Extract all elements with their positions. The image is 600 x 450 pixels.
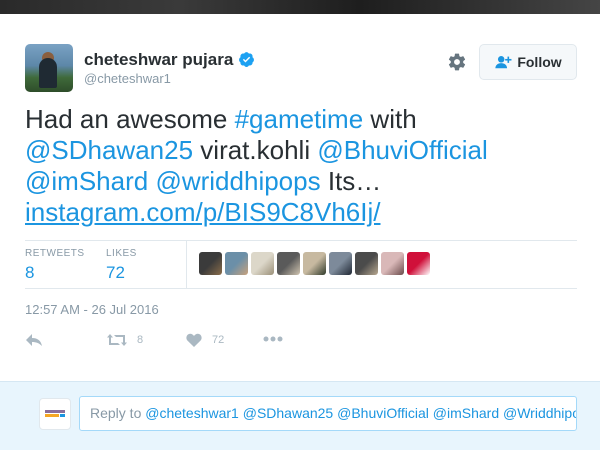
retweet-icon [107, 334, 127, 346]
instagram-url-link[interactable]: instagram.com/p/BIS9C8Vh6Ij/ [25, 197, 381, 227]
verified-badge-icon [239, 52, 254, 67]
liker-avatar[interactable] [407, 252, 430, 275]
reply-prefix: Reply to [90, 405, 146, 421]
mention-link[interactable]: @BhuviOfficial [317, 135, 487, 165]
liker-avatar[interactable] [303, 252, 326, 275]
tweet-segment: with [363, 104, 417, 134]
stats-divider-bottom [25, 288, 577, 289]
likes-label: LIKES [106, 248, 137, 259]
like-action[interactable]: 72 [186, 333, 224, 347]
tweet-text: Had an awesome #gametime with @SDhawan25… [25, 104, 580, 228]
mention-link[interactable]: @imShard [25, 166, 148, 196]
viewer-avatar [39, 398, 71, 430]
mention-link[interactable]: @wriddhipops [155, 166, 320, 196]
stats-divider-top [25, 240, 577, 241]
reply-mentions: @cheteshwar1 @SDhawan25 @BhuviOfficial @… [145, 405, 577, 421]
retweet-count: 8 [137, 334, 144, 346]
reply-icon [26, 334, 42, 346]
more-icon [263, 336, 283, 342]
like-count: 72 [212, 334, 225, 346]
gear-icon[interactable] [447, 52, 467, 72]
avatar-body-shape [39, 58, 57, 88]
user-display-name[interactable]: cheteshwar pujara [84, 50, 233, 70]
heart-icon [186, 333, 202, 347]
follow-button-label: Follow [517, 54, 562, 70]
site-logo-icon [45, 410, 65, 417]
follow-button[interactable]: Follow [479, 44, 577, 80]
likes-stat[interactable]: LIKES 72 [106, 248, 137, 283]
liker-avatar[interactable] [251, 252, 274, 275]
user-handle[interactable]: @cheteshwar1 [84, 71, 171, 86]
retweets-label: RETWEETS [25, 248, 85, 259]
liker-avatars [199, 252, 430, 275]
hashtag-link[interactable]: #gametime [235, 104, 364, 134]
retweets-count: 8 [25, 263, 35, 282]
liker-avatar[interactable] [199, 252, 222, 275]
retweets-stat[interactable]: RETWEETS 8 [25, 248, 85, 283]
tweet-timestamp[interactable]: 12:57 AM - 26 Jul 2016 [25, 302, 159, 317]
retweet-action[interactable]: 8 [107, 333, 143, 347]
liker-avatar[interactable] [225, 252, 248, 275]
liker-avatar[interactable] [381, 252, 404, 275]
reply-action[interactable] [25, 333, 43, 347]
liker-avatar[interactable] [277, 252, 300, 275]
avatar[interactable] [25, 44, 73, 92]
mention-link[interactable]: @SDhawan25 [25, 135, 193, 165]
add-user-icon [495, 56, 512, 69]
tweet-segment: virat.kohli [193, 135, 318, 165]
header-banner-strip [0, 0, 600, 14]
tweet-segment: Its… [320, 166, 382, 196]
more-action[interactable] [263, 336, 283, 342]
likes-count: 72 [106, 263, 125, 282]
tweet-segment: Had an awesome [25, 104, 235, 134]
liker-avatar[interactable] [355, 252, 378, 275]
stats-separator [186, 241, 187, 288]
reply-input[interactable]: Reply to @cheteshwar1 @SDhawan25 @BhuviO… [79, 396, 577, 431]
liker-avatar[interactable] [329, 252, 352, 275]
